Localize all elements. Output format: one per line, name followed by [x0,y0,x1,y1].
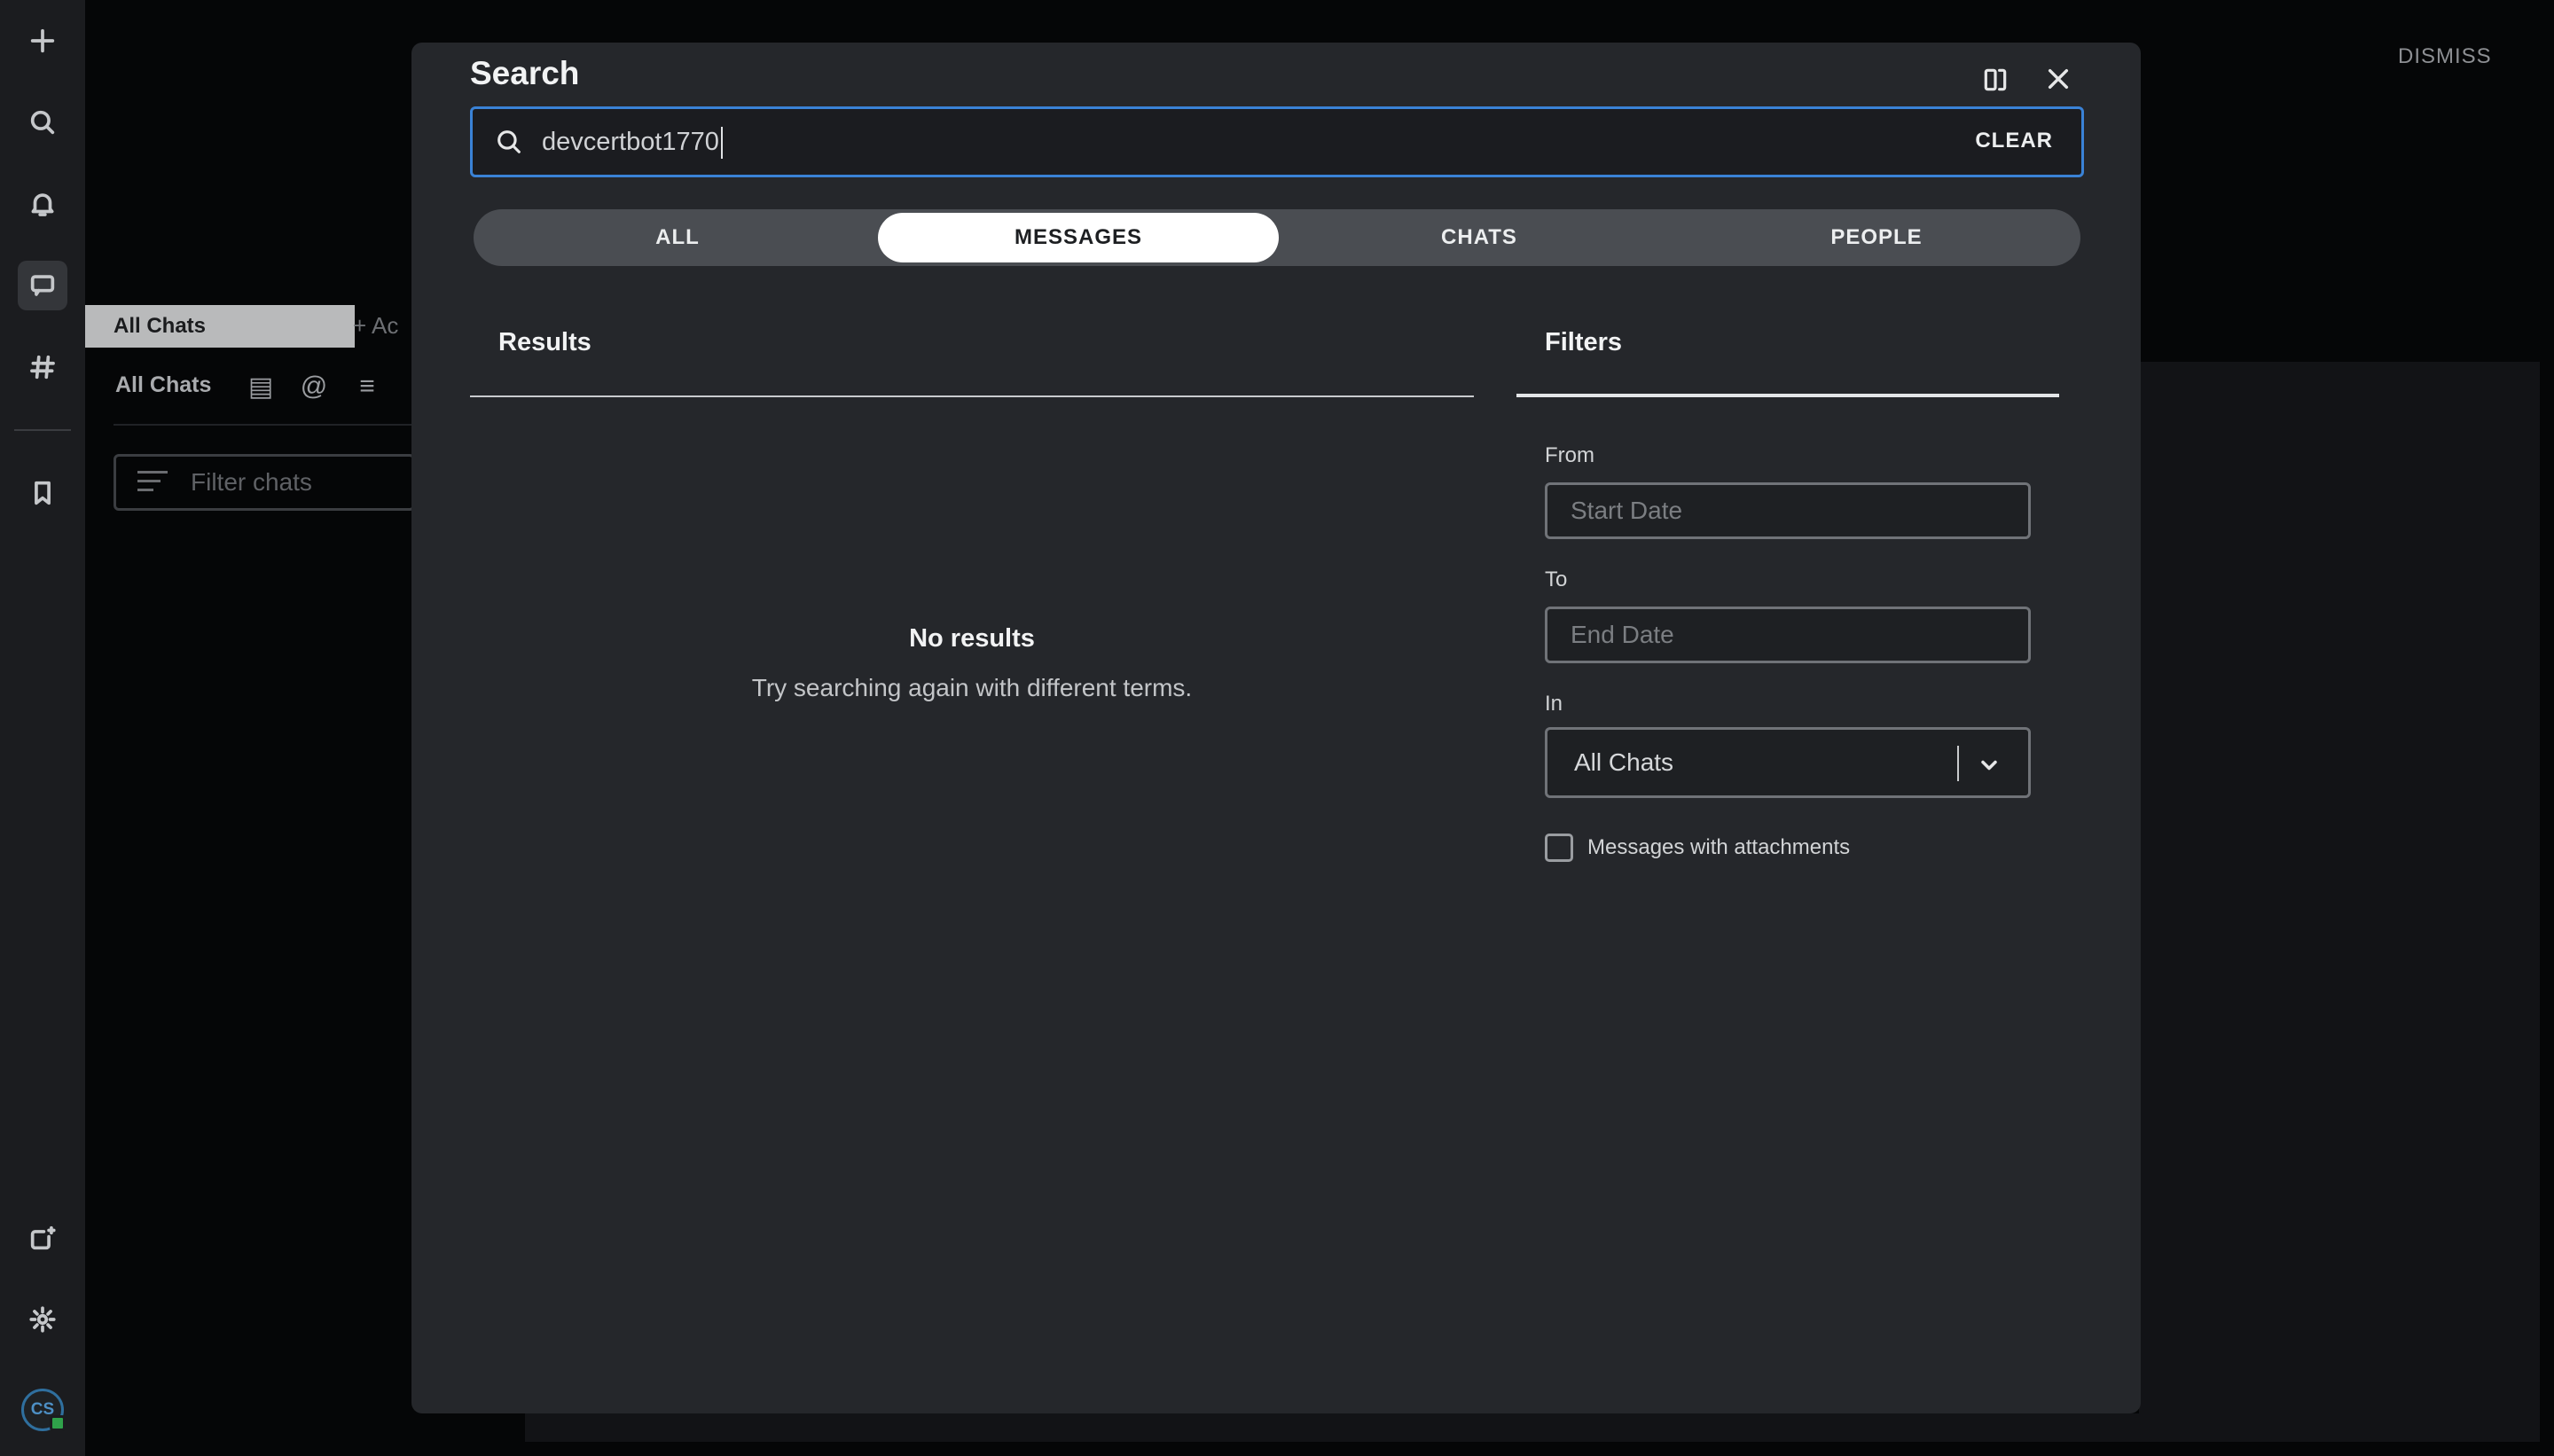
filters-heading: Filters [1545,328,1623,356]
filter-chats-input[interactable]: Filter chats [114,454,415,511]
dialog-title: Search [470,55,580,91]
to-label: To [1545,568,1568,591]
in-label: In [1545,692,1563,716]
search-dialog: Search CLEAR ALL MESSAGES CHATS PEOPLE R… [411,43,2141,1413]
status-badge [50,1415,66,1431]
split-view-button[interactable] [1976,60,2015,99]
search-field[interactable]: CLEAR [470,106,2084,177]
list-view-icon[interactable]: ▤ [243,369,278,404]
attachments-checkbox[interactable] [1545,834,1573,862]
empty-state-subtitle: Try searching again with different terms… [751,674,1193,701]
filters-divider [1516,394,2059,397]
attachments-filter[interactable]: Messages with attachments [1545,834,1850,862]
channels-button[interactable] [18,342,67,392]
search-scope-tabs: ALL MESSAGES CHATS PEOPLE [474,209,2080,266]
hashtag-icon [30,355,55,380]
in-chat-select[interactable]: All Chats [1545,727,2031,798]
results-heading: Results [498,328,591,356]
search-icon [30,110,55,135]
chat-list-view-toggles: ▤ @ ≡ [243,369,385,404]
chat-icon [30,275,55,296]
app-rail: CS [0,0,85,1456]
close-icon [2048,68,2069,90]
notifications-button[interactable] [18,179,67,229]
chevron-down-icon [1981,760,1997,771]
from-label: From [1545,443,1594,467]
search-icon [497,130,521,153]
new-item-button[interactable] [18,16,67,66]
filter-chats-placeholder: Filter chats [191,468,312,496]
end-date-placeholder: End Date [1571,621,1674,648]
close-button[interactable] [2038,59,2079,99]
tab-chats[interactable]: CHATS [1279,213,1680,262]
new-window-button[interactable] [18,1213,67,1263]
divider [114,424,411,426]
background-footer [525,1413,2148,1442]
gear-icon [29,1306,56,1333]
search-button[interactable] [18,98,67,147]
saved-button[interactable] [18,468,67,518]
bell-icon [31,193,54,216]
clear-button[interactable]: CLEAR [1975,129,2053,153]
attachments-label: Messages with attachments [1587,835,1851,859]
tab-all-chats[interactable]: All Chats [85,305,355,348]
end-date-field[interactable]: End Date [1545,607,2031,663]
bookmark-icon [35,481,51,505]
tab-people[interactable]: PEOPLE [1676,213,2077,262]
add-tab-button[interactable]: + Ac [353,312,398,340]
dismiss-button[interactable]: DISMISS [2398,44,2492,69]
start-date-field[interactable]: Start Date [1545,482,2031,539]
chat-list-title: All Chats [115,372,212,397]
search-input[interactable] [540,109,1870,175]
start-date-placeholder: Start Date [1571,497,1683,524]
select-divider [1957,746,1959,781]
settings-button[interactable] [18,1295,67,1344]
empty-state-title: No results [909,624,1035,653]
background-content-pane [2139,362,2540,1442]
tab-messages[interactable]: MESSAGES [878,213,1279,262]
rail-divider [14,429,71,431]
new-window-icon [30,1225,56,1250]
mentions-icon[interactable]: @ [296,369,332,404]
compact-view-icon[interactable]: ≡ [349,369,385,404]
split-view-icon [1984,68,2007,91]
plus-icon [30,28,55,53]
filter-icon [137,471,168,497]
add-tab-label: Ac [371,312,399,339]
in-chat-value: All Chats [1574,748,1674,776]
select-toggle[interactable] [1971,748,2007,783]
results-divider [470,395,1474,397]
chats-button[interactable] [18,261,67,310]
text-caret [721,127,723,159]
tab-all[interactable]: ALL [477,213,878,262]
